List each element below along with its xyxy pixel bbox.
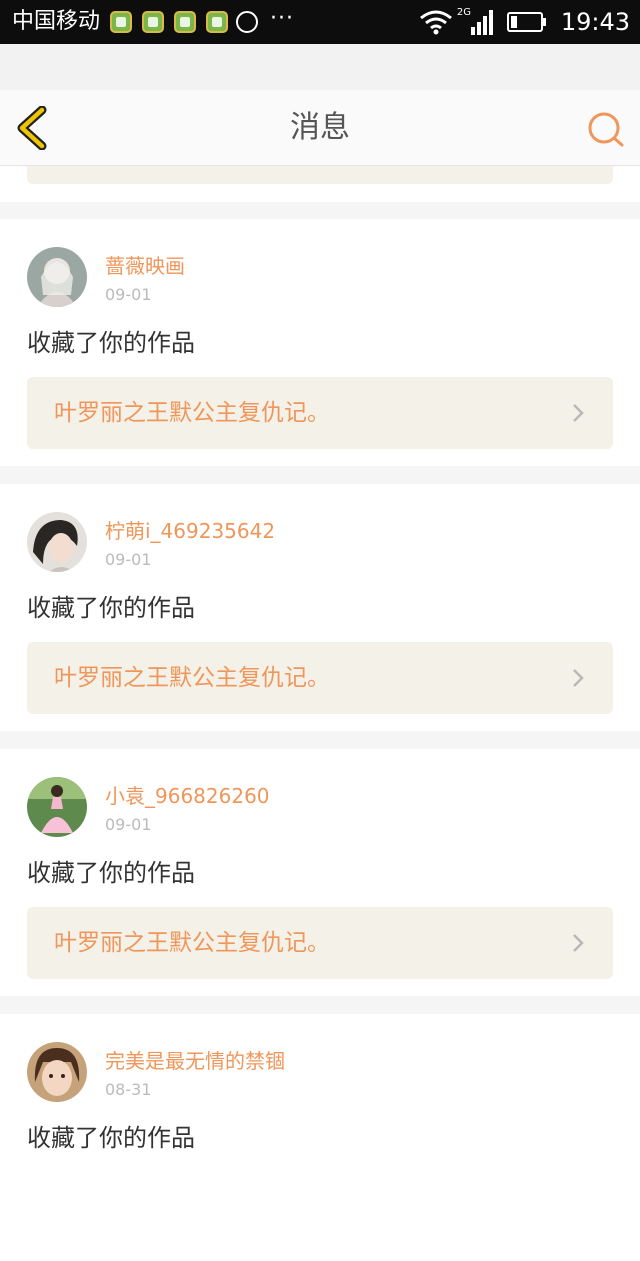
username[interactable]: 柠萌i_469235642: [105, 518, 275, 544]
avatar[interactable]: [27, 247, 87, 307]
battery-icon: [506, 12, 546, 32]
previous-work-box[interactable]: [27, 166, 613, 184]
search-icon: [588, 112, 624, 147]
wifi-icon: [419, 10, 452, 35]
chevron-right-icon: [573, 404, 584, 422]
notification-card: 蔷薇映画 09-01 收藏了你的作品 叶罗丽之王默公主复仇记。: [0, 219, 640, 466]
notification-card: 柠萌i_469235642 09-01 收藏了你的作品 叶罗丽之王默公主复仇记。: [0, 484, 640, 731]
work-link[interactable]: 叶罗丽之王默公主复仇记。: [27, 377, 613, 449]
work-link[interactable]: 叶罗丽之王默公主复仇记。: [27, 907, 613, 979]
nav-header: 消息: [0, 90, 640, 166]
top-spacer: [0, 44, 640, 90]
work-title: 叶罗丽之王默公主复仇记。: [54, 400, 330, 426]
app-notification-icon: [110, 11, 132, 33]
signal-icon: 2G: [457, 7, 495, 37]
notification-date: 09-01: [105, 285, 152, 304]
app-notification-icon: [142, 11, 164, 33]
avatar[interactable]: [27, 777, 87, 837]
status-icons: 2G 19:43: [419, 0, 630, 44]
search-button[interactable]: [586, 110, 626, 150]
app-notification-icon: [206, 11, 228, 33]
notification-action: 收藏了你的作品: [27, 859, 195, 887]
previous-card-tail: [0, 166, 640, 202]
username[interactable]: 蔷薇映画: [105, 253, 185, 279]
notification-date: 09-01: [105, 550, 152, 569]
notification-date: 08-31: [105, 1080, 152, 1099]
notification-action: 收藏了你的作品: [27, 594, 195, 622]
app-notification-icon: [174, 11, 196, 33]
carrier-label: 中国移动: [12, 9, 101, 34]
chevron-right-icon: [573, 669, 584, 687]
page-title: 消息: [290, 110, 350, 145]
chevron-right-icon: [573, 934, 584, 952]
work-title: 叶罗丽之王默公主复仇记。: [54, 930, 330, 956]
avatar[interactable]: [27, 1042, 87, 1102]
smiley-icon: [236, 11, 258, 33]
more-notifications-indicator: ···: [270, 6, 294, 31]
work-title: 叶罗丽之王默公主复仇记。: [54, 665, 330, 691]
status-bar: 中国移动 ··· 2G 19:43: [0, 0, 640, 44]
work-link[interactable]: 叶罗丽之王默公主复仇记。: [27, 642, 613, 714]
username[interactable]: 完美是最无情的禁锢: [105, 1048, 285, 1074]
avatar[interactable]: [27, 512, 87, 572]
notification-action: 收藏了你的作品: [27, 329, 195, 357]
notification-card: 小袁_966826260 09-01 收藏了你的作品 叶罗丽之王默公主复仇记。: [0, 749, 640, 996]
notification-date: 09-01: [105, 815, 152, 834]
username[interactable]: 小袁_966826260: [105, 783, 270, 809]
clock: 19:43: [560, 8, 630, 36]
notification-action: 收藏了你的作品: [27, 1124, 195, 1152]
